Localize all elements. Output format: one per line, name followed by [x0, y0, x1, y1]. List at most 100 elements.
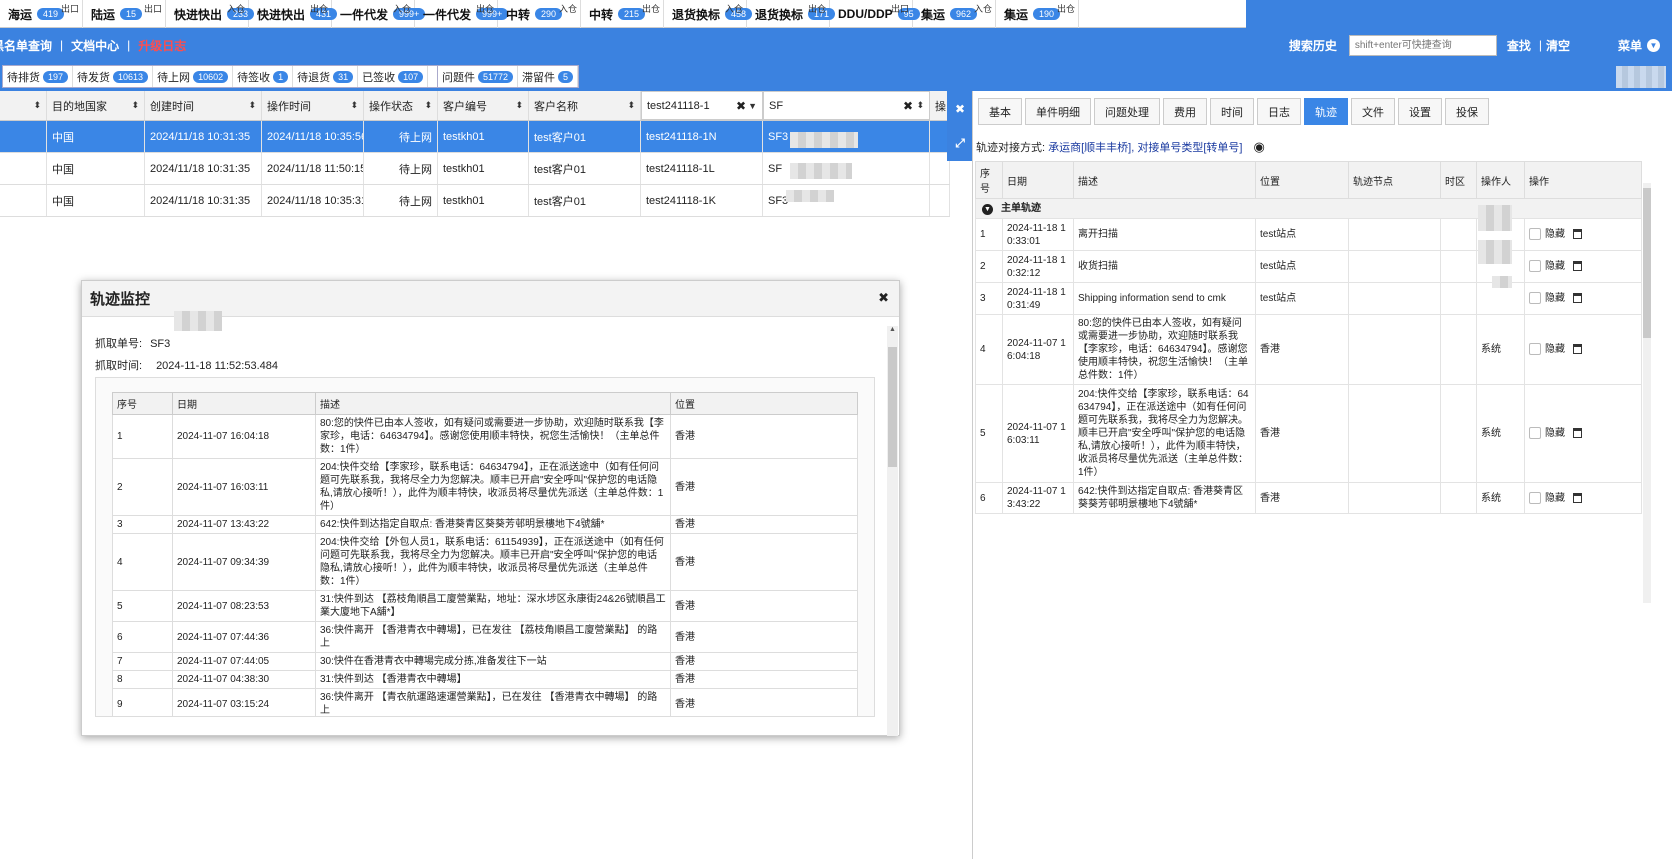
avatar[interactable]: [1616, 66, 1666, 88]
time-value: 2024-11-18 11:52:53.484: [156, 360, 278, 372]
track-scrollbar[interactable]: [1643, 183, 1651, 603]
business-tab[interactable]: 海运 419 出口: [0, 0, 83, 28]
grid-header-cell[interactable]: 客户编号 ⬍: [438, 91, 529, 120]
scroll-thumb[interactable]: [1643, 188, 1651, 338]
status-filter-item[interactable]: 待排货 197: [3, 66, 74, 87]
issue-filter-item[interactable]: 滞留件 5: [518, 66, 579, 87]
trash-icon[interactable]: [1573, 428, 1582, 439]
tab-8[interactable]: 设置: [1398, 98, 1442, 125]
track-cell: 2024-11-07 13:43:22: [1002, 482, 1074, 514]
direction-tag: 出口: [143, 4, 162, 14]
tab-5[interactable]: 日志: [1257, 98, 1301, 125]
monitor-cell: 36:快件离开 【香港青衣中轉場】，已在发往 【荔枝角順昌工廈營業點】 的路上: [315, 621, 671, 653]
track-cell: [1440, 482, 1477, 514]
chevron-down-icon[interactable]: ▼: [748, 101, 757, 111]
clear-button[interactable]: 清空: [1546, 37, 1570, 54]
track-col-header: 时区: [1440, 161, 1477, 199]
status-filter-item[interactable]: 待签收 1: [233, 66, 294, 87]
tab-4[interactable]: 时间: [1210, 98, 1254, 125]
business-tab[interactable]: 陆运 15 出口: [83, 0, 166, 28]
direction-tag: 出仓: [641, 4, 660, 14]
monitor-cell: 8: [112, 670, 173, 689]
business-tab[interactable]: 退货换标 171 出仓: [747, 0, 836, 28]
hide-checkbox[interactable]: [1529, 343, 1541, 356]
grid-header-label: 目的地国家: [52, 100, 107, 113]
track-table: 序号 日期 描述 位置 轨迹节点 时区 操作人 操作 ▼ 主单轨迹 1 2024-1…: [975, 161, 1642, 514]
ref-filter-input[interactable]: test241118-1 ✖ ▼: [641, 91, 763, 120]
close-icon[interactable]: ✖: [947, 91, 973, 126]
tab-7[interactable]: 文件: [1351, 98, 1395, 125]
nav-right-group: 搜索历史 查找 | 清空 菜单 ▼: [1289, 28, 1672, 62]
track-group-row[interactable]: ▼ 主单轨迹: [975, 198, 1642, 219]
hide-checkbox[interactable]: [1529, 260, 1541, 273]
trash-icon[interactable]: [1573, 293, 1582, 304]
grid-header-cell[interactable]: 目的地国家 ⬍: [47, 91, 145, 120]
trash-icon[interactable]: [1573, 344, 1582, 355]
track-row[interactable]: 6 2024-11-07 13:43:22 642:快件到达指定自取点: 香港葵青区…: [975, 482, 1642, 514]
status-filter-item[interactable]: 待上网 10602: [153, 66, 234, 87]
blacklist-link[interactable]: 黑名单查询: [0, 37, 52, 54]
search-input[interactable]: [1348, 34, 1497, 56]
sf-filter-input[interactable]: SF ✖ ⬍: [763, 91, 930, 120]
expand-icon[interactable]: ⤢: [947, 126, 973, 161]
close-icon[interactable]: ✖: [736, 99, 746, 113]
tab-0[interactable]: 基本: [978, 98, 1022, 125]
search-button[interactable]: 查找: [1507, 37, 1531, 54]
business-tab[interactable]: 中转 290 入仓: [498, 0, 581, 28]
menu-button[interactable]: 菜单 ▼: [1618, 37, 1660, 54]
business-tab[interactable]: 一件代发 999+ 出仓: [415, 0, 509, 28]
business-tab[interactable]: 快进快出 233 入仓: [166, 0, 255, 28]
track-row[interactable]: 5 2024-11-07 16:03:11 204:快件交给【李家珍，联系电话：64…: [975, 384, 1642, 483]
tab-9[interactable]: 投保: [1445, 98, 1489, 125]
business-tab[interactable]: 中转 215 出仓: [581, 0, 664, 28]
hide-checkbox[interactable]: [1529, 427, 1541, 440]
scroll-up-icon[interactable]: ▲: [887, 326, 898, 333]
track-row[interactable]: 4 2024-11-07 16:04:18 80:您的快件已由本人签收，如有疑问或需…: [975, 314, 1642, 385]
business-tab[interactable]: 一件代发 999+ 入仓: [332, 0, 426, 28]
track-row[interactable]: 3 2024-11-18 10:31:49 Shipping information…: [975, 282, 1642, 315]
business-tab[interactable]: 集运 190 出仓: [996, 0, 1079, 28]
track-row[interactable]: 1 2024-11-18 10:33:01 离开扫描 test站点 隐藏: [975, 218, 1642, 251]
grid-header-cell[interactable]: 创建时间 ⬍: [145, 91, 262, 120]
dialog-scrollbar[interactable]: ▲: [887, 326, 898, 736]
business-tab[interactable]: 集运 962 入仓: [913, 0, 996, 28]
close-icon[interactable]: ✖: [903, 99, 913, 113]
trash-icon[interactable]: [1573, 261, 1582, 272]
count-badge: 51772: [478, 70, 514, 83]
grid-header-cell[interactable]: 操作状态 ⬍: [364, 91, 438, 120]
grid-header-cell[interactable]: 客户名称 ⬍: [529, 91, 641, 120]
count-badge: 107: [398, 70, 424, 83]
business-tab[interactable]: DDU/DDP 95 出口: [830, 0, 920, 28]
status-filter-item[interactable]: 已签收 107: [358, 66, 429, 87]
status-filter-item[interactable]: 待发货 10613: [73, 66, 154, 87]
chevron-down-icon[interactable]: ▼: [982, 204, 993, 215]
track-monitor-dialog: 轨迹监控 ✖ 抓取单号: SF3 抓取时间: 2024-11-18 11:52:53…: [81, 280, 900, 736]
tab-1[interactable]: 单件明细: [1025, 98, 1091, 125]
grid-header-cell[interactable]: 操作时间 ⬍: [262, 91, 364, 120]
business-tab[interactable]: 快进快出 431 出仓: [249, 0, 338, 28]
docs-link[interactable]: 文档中心: [71, 37, 119, 54]
eye-icon[interactable]: ◉: [1254, 139, 1265, 155]
hide-checkbox[interactable]: [1529, 491, 1541, 504]
monitor-table-header: 序号 日期 描述 位置: [112, 392, 858, 415]
grid-header-cell[interactable]: ⬍: [0, 91, 47, 120]
count-badge: 290: [535, 8, 563, 20]
hide-checkbox[interactable]: [1529, 292, 1541, 305]
issue-filter-item[interactable]: 问题件 51772: [438, 66, 519, 87]
tab-2[interactable]: 问题处理: [1094, 98, 1160, 125]
close-icon[interactable]: ✖: [878, 290, 889, 306]
upgrade-log-link[interactable]: 升级日志: [138, 37, 186, 54]
status-filter-item[interactable]: 待退货 31: [293, 66, 359, 87]
business-tab[interactable]: 退货换标 458 入仓: [664, 0, 753, 28]
tab-6[interactable]: 轨迹: [1304, 98, 1348, 125]
scroll-thumb[interactable]: [888, 347, 897, 467]
tab-3[interactable]: 费用: [1163, 98, 1207, 125]
trash-icon[interactable]: [1573, 492, 1582, 503]
track-col-header: 操作: [1524, 161, 1642, 199]
search-history-link[interactable]: 搜索历史: [1289, 37, 1337, 54]
trash-icon[interactable]: [1573, 229, 1582, 240]
track-row[interactable]: 2 2024-11-18 10:32:12 收货扫描 test站点 隐藏: [975, 250, 1642, 283]
business-tab-label: 集运: [921, 7, 946, 22]
hide-checkbox[interactable]: [1529, 228, 1541, 241]
dock-value[interactable]: 承运商[顺丰丰桥], 对接单号类型[转单号]: [1048, 142, 1242, 154]
